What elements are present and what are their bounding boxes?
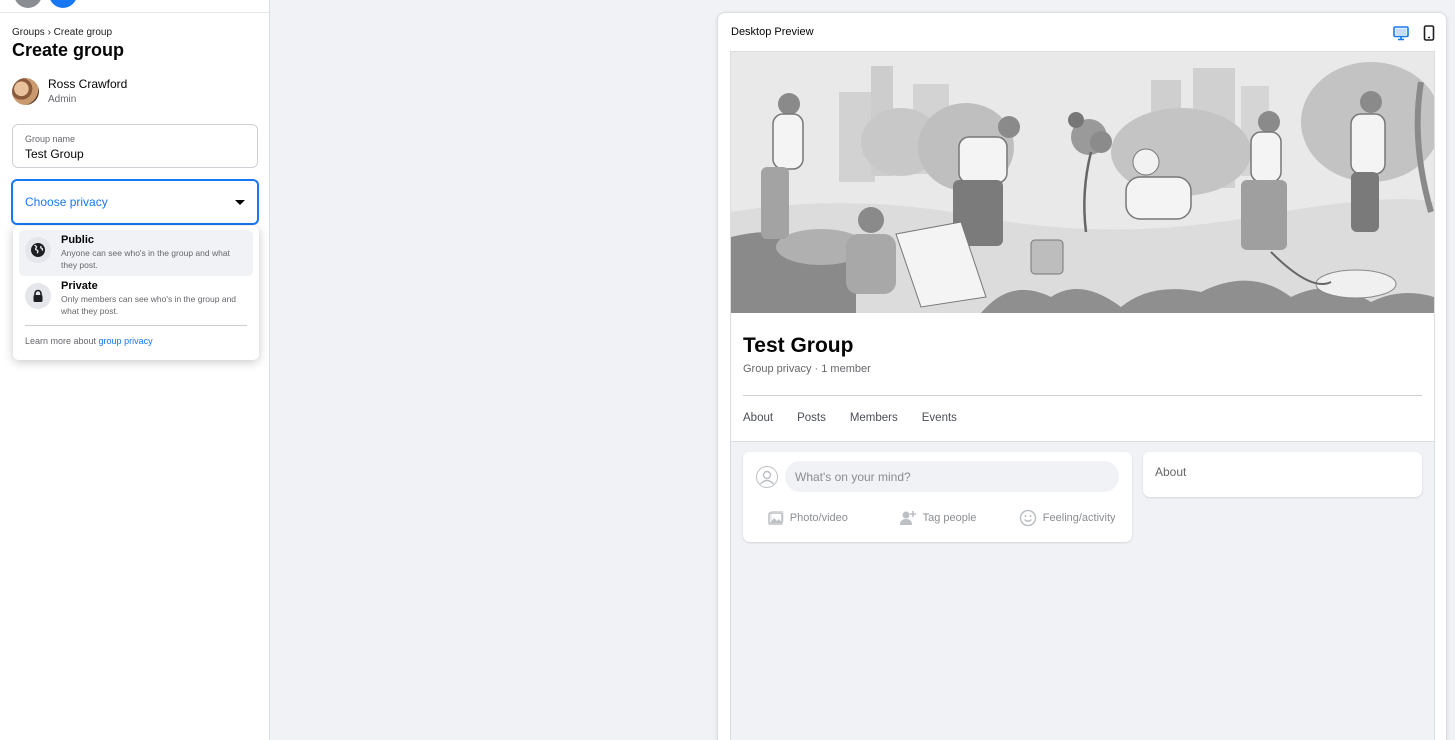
- privacy-dropdown: Public Anyone can see who's in the group…: [13, 226, 259, 360]
- photo-video-button[interactable]: Photo/video: [743, 509, 873, 527]
- avatar: [12, 77, 39, 105]
- privacy-select[interactable]: Choose privacy: [11, 179, 259, 225]
- composer-avatar-icon: [756, 466, 778, 488]
- about-card: About: [1143, 452, 1422, 497]
- mobile-preview-icon[interactable]: [1421, 25, 1437, 41]
- user-role: Admin: [48, 94, 77, 105]
- post-composer: What's on your mind? Photo/video Tag peo…: [743, 452, 1132, 542]
- photo-icon: [768, 511, 784, 525]
- user-name: Ross Crawford: [48, 77, 128, 91]
- sidebar-top-bar: [0, 0, 269, 13]
- composer-actions: Photo/video Tag people Feeling/activity: [743, 509, 1132, 527]
- close-button[interactable]: [14, 0, 42, 8]
- feeling-activity-label: Feeling/activity: [1042, 512, 1116, 524]
- header-divider: [743, 395, 1422, 396]
- privacy-option-public[interactable]: Public Anyone can see who's in the group…: [19, 230, 253, 276]
- group-name-label: Group name: [25, 134, 76, 144]
- tab-about[interactable]: About: [743, 412, 773, 424]
- create-group-sidebar: Groups › Create group Create group Ross …: [0, 0, 270, 740]
- learn-more-text: Learn more about group privacy: [25, 336, 253, 346]
- tab-events[interactable]: Events: [922, 412, 957, 424]
- group-preview-frame: Test Group Group privacy · 1 member Abou…: [730, 51, 1435, 740]
- privacy-option-private[interactable]: Private Only members can see who's in th…: [19, 276, 253, 322]
- dropdown-divider: [25, 325, 247, 326]
- group-tabs: About Posts Members Events: [743, 412, 957, 424]
- learn-more-prefix: Learn more about: [25, 336, 99, 346]
- group-meta: Group privacy · 1 member: [743, 363, 871, 375]
- globe-icon: [25, 237, 51, 263]
- tab-members[interactable]: Members: [850, 412, 898, 424]
- breadcrumb[interactable]: Groups › Create group: [12, 27, 112, 38]
- admin-user: Ross Crawford Admin: [12, 77, 127, 105]
- feeling-activity-button[interactable]: Feeling/activity: [1002, 509, 1132, 527]
- group-header: Test Group Group privacy · 1 member Abou…: [731, 313, 1434, 442]
- lock-icon: [25, 283, 51, 309]
- photo-video-label: Photo/video: [789, 512, 848, 524]
- group-title: Test Group: [743, 334, 854, 357]
- cover-illustration: [731, 52, 1434, 313]
- about-card-title: About: [1155, 465, 1187, 479]
- cover-illustration-art: [731, 52, 1434, 313]
- tag-people-button[interactable]: Tag people: [873, 509, 1003, 527]
- option-title: Private: [61, 280, 98, 292]
- facebook-logo[interactable]: [49, 0, 77, 8]
- caret-down-icon: [235, 199, 245, 205]
- tag-people-icon: [899, 511, 916, 525]
- tab-posts[interactable]: Posts: [797, 412, 826, 424]
- composer-input[interactable]: What's on your mind?: [785, 461, 1119, 492]
- tag-people-label: Tag people: [922, 512, 977, 524]
- desktop-preview-panel: Desktop Preview Test Group Group privacy…: [717, 12, 1447, 740]
- group-name-input[interactable]: Test Group: [25, 147, 245, 161]
- smiley-icon: [1019, 509, 1037, 527]
- group-name-field[interactable]: Group name Test Group: [12, 124, 258, 168]
- preview-title: Desktop Preview: [731, 26, 814, 38]
- group-privacy-link[interactable]: group privacy: [99, 336, 153, 346]
- privacy-select-label: Choose privacy: [25, 195, 108, 209]
- page-title: Create group: [12, 40, 125, 60]
- option-description: Anyone can see who's in the group and wh…: [61, 248, 230, 270]
- option-title: Public: [61, 234, 95, 246]
- option-description: Only members can see who's in the group …: [61, 294, 237, 316]
- desktop-preview-icon[interactable]: [1393, 25, 1409, 41]
